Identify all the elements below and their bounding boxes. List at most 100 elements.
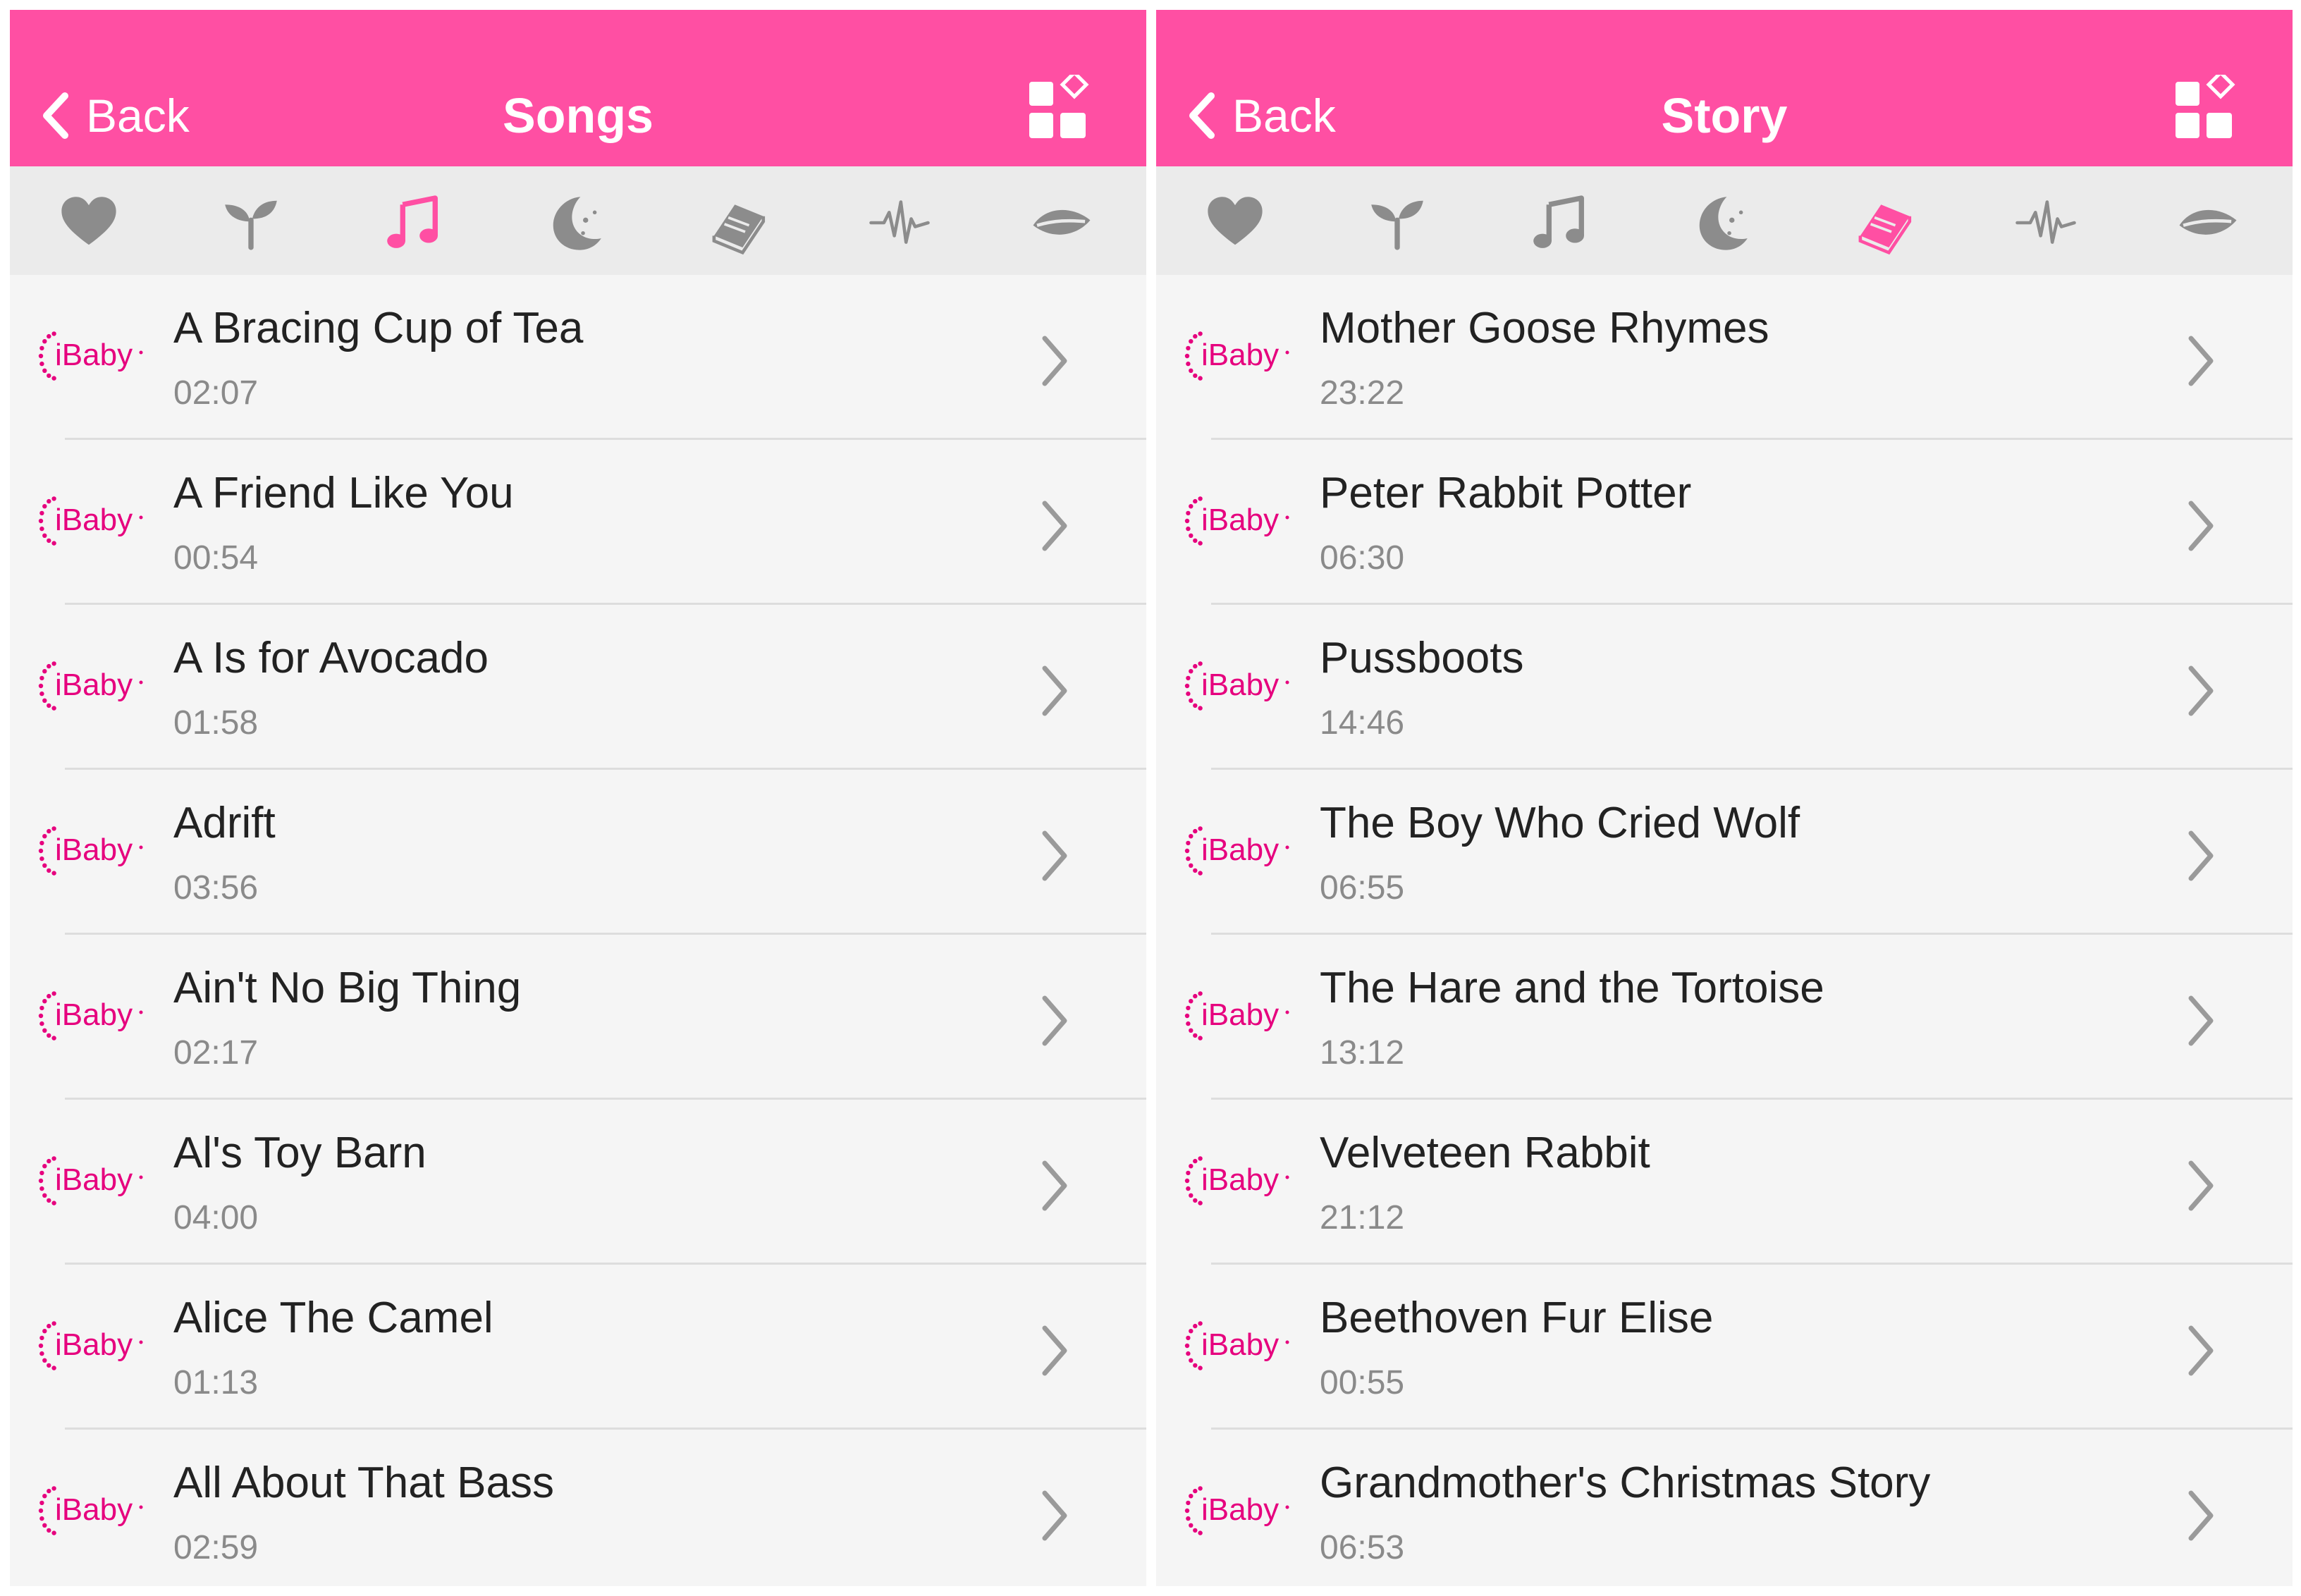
item-duration: 04:00 xyxy=(173,1199,259,1236)
track-list: iBaby A Bracing Cup of Tea 02:07 iBaby A … xyxy=(10,275,1146,1586)
tab-book[interactable] xyxy=(699,188,776,258)
list-item[interactable]: iBaby A Is for Avocado 01:58 xyxy=(10,605,1146,770)
story-screen: Back Story iBaby Mother Goose Rhymes 23:2… xyxy=(1156,10,2293,1586)
ibaby-logo: iBaby xyxy=(35,1314,148,1377)
item-duration: 13:12 xyxy=(1320,1034,1405,1072)
list-item[interactable]: iBaby A Bracing Cup of Tea 02:07 xyxy=(10,275,1146,440)
tab-music-note[interactable] xyxy=(374,188,452,258)
item-title: The Hare and the Tortoise xyxy=(1320,964,1824,1012)
item-duration: 02:59 xyxy=(173,1529,259,1566)
header-bar: Back Songs xyxy=(10,10,1146,166)
item-duration: 00:55 xyxy=(1320,1364,1405,1401)
sprout-icon xyxy=(225,200,277,250)
logo-text: iBaby xyxy=(1201,998,1279,1032)
music-note-icon xyxy=(1533,195,1584,248)
leaf-icon xyxy=(2179,209,2237,235)
book-icon xyxy=(712,204,766,255)
list-item[interactable]: iBaby Velveteen Rabbit 21:12 xyxy=(1156,1100,2293,1265)
heart-icon xyxy=(1208,197,1263,245)
item-duration: 01:58 xyxy=(173,704,259,742)
logo-text: iBaby xyxy=(55,833,133,867)
list-item[interactable]: iBaby Mother Goose Rhymes 23:22 xyxy=(1156,275,2293,440)
logo-text: iBaby xyxy=(1201,833,1279,867)
chevron-right-icon xyxy=(1042,336,1067,386)
heart-icon xyxy=(61,197,116,245)
list-item[interactable]: iBaby Al's Toy Barn 04:00 xyxy=(10,1100,1146,1265)
item-duration: 02:17 xyxy=(173,1034,259,1072)
item-title: Mother Goose Rhymes xyxy=(1320,304,1769,352)
item-title: A Is for Avocado xyxy=(173,634,489,682)
logo-text: iBaby xyxy=(1201,338,1279,372)
tab-leaf[interactable] xyxy=(1023,188,1100,258)
tab-heartbeat[interactable] xyxy=(2007,188,2085,258)
item-title: A Friend Like You xyxy=(173,469,514,517)
list-item[interactable]: iBaby All About That Bass 02:59 xyxy=(10,1430,1146,1586)
tab-heart[interactable] xyxy=(1196,188,1274,258)
logo-text: iBaby xyxy=(1201,1327,1279,1362)
item-duration: 01:13 xyxy=(173,1364,259,1401)
chevron-right-icon xyxy=(2188,830,2214,881)
page-title: Songs xyxy=(503,88,654,143)
sprout-icon xyxy=(1371,200,1423,250)
heartbeat-icon xyxy=(869,200,930,244)
tab-book[interactable] xyxy=(1845,188,1922,258)
category-tab-bar xyxy=(10,166,1146,275)
chevron-right-icon xyxy=(2188,1160,2214,1211)
logo-text: iBaby xyxy=(1201,668,1279,702)
logo-text: iBaby xyxy=(55,998,133,1032)
tab-moon-stars[interactable] xyxy=(1683,188,1760,258)
item-title: Alice The Camel xyxy=(173,1294,493,1342)
tab-moon-stars[interactable] xyxy=(536,188,614,258)
heartbeat-icon xyxy=(2015,200,2076,244)
grid-menu-icon[interactable] xyxy=(1025,75,1096,145)
tab-heartbeat[interactable] xyxy=(861,188,938,258)
list-item[interactable]: iBaby Grandmother's Christmas Story 06:53 xyxy=(1156,1430,2293,1586)
list-item[interactable]: iBaby Ain't No Big Thing 02:17 xyxy=(10,935,1146,1100)
item-title: Peter Rabbit Potter xyxy=(1320,469,1692,517)
logo-text: iBaby xyxy=(1201,1162,1279,1197)
list-item[interactable]: iBaby Peter Rabbit Potter 06:30 xyxy=(1156,440,2293,605)
tab-sprout[interactable] xyxy=(212,188,290,258)
item-title: A Bracing Cup of Tea xyxy=(173,304,584,352)
chevron-right-icon xyxy=(2188,665,2214,716)
leaf-icon xyxy=(1033,209,1091,235)
list-item[interactable]: iBaby Adrift 03:56 xyxy=(10,770,1146,935)
item-duration: 23:22 xyxy=(1320,374,1405,412)
chevron-right-icon xyxy=(1042,995,1067,1046)
list-item[interactable]: iBaby Beethoven Fur Elise 00:55 xyxy=(1156,1265,2293,1430)
ibaby-logo: iBaby xyxy=(1182,819,1294,883)
logo-text: iBaby xyxy=(55,668,133,702)
item-title: Grandmother's Christmas Story xyxy=(1320,1459,1931,1507)
grid-menu-icon[interactable] xyxy=(2171,75,2242,145)
list-item[interactable]: iBaby Alice The Camel 01:13 xyxy=(10,1265,1146,1430)
logo-text: iBaby xyxy=(1201,1492,1279,1527)
logo-text: iBaby xyxy=(55,1492,133,1527)
list-item[interactable]: iBaby The Hare and the Tortoise 13:12 xyxy=(1156,935,2293,1100)
item-duration: 03:56 xyxy=(173,869,259,907)
ibaby-logo: iBaby xyxy=(1182,984,1294,1048)
ibaby-logo: iBaby xyxy=(35,819,148,883)
ibaby-logo: iBaby xyxy=(1182,489,1294,553)
ibaby-logo: iBaby xyxy=(1182,324,1294,388)
item-title: Beethoven Fur Elise xyxy=(1320,1294,1714,1342)
tab-music-note[interactable] xyxy=(1521,188,1598,258)
logo-text: iBaby xyxy=(55,503,133,537)
list-item[interactable]: iBaby A Friend Like You 00:54 xyxy=(10,440,1146,605)
track-list: iBaby Mother Goose Rhymes 23:22 iBaby Pet… xyxy=(1156,275,2293,1586)
ibaby-logo: iBaby xyxy=(1182,1149,1294,1213)
chevron-right-icon xyxy=(2188,1325,2214,1376)
chevron-right-icon xyxy=(2188,1490,2214,1541)
ibaby-logo: iBaby xyxy=(35,654,148,718)
ibaby-logo: iBaby xyxy=(1182,1479,1294,1542)
chevron-right-icon xyxy=(2188,336,2214,386)
item-title: Adrift xyxy=(173,799,276,847)
page-title: Story xyxy=(1661,88,1788,143)
tab-sprout[interactable] xyxy=(1358,188,1436,258)
logo-text: iBaby xyxy=(55,1162,133,1197)
tab-heart[interactable] xyxy=(50,188,128,258)
tab-leaf[interactable] xyxy=(2169,188,2247,258)
ibaby-logo: iBaby xyxy=(35,489,148,553)
list-item[interactable]: iBaby The Boy Who Cried Wolf 06:55 xyxy=(1156,770,2293,935)
item-title: Pussboots xyxy=(1320,634,1524,682)
list-item[interactable]: iBaby Pussboots 14:46 xyxy=(1156,605,2293,770)
